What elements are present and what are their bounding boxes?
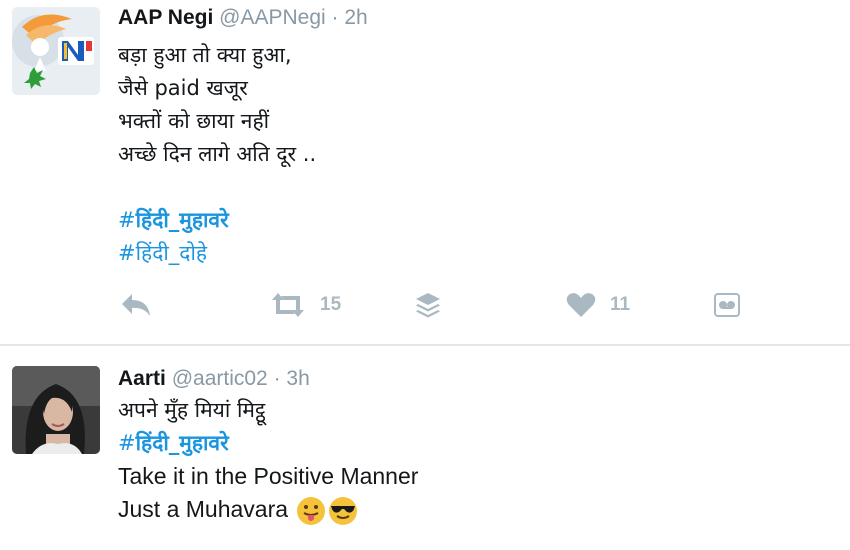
tweet-content: AAP Negi @AAPNegi · 2h बड़ा हुआ तो क्या … (118, 5, 830, 270)
tweet-header: Aarti @aartic02 · 3h (118, 366, 830, 392)
heart-icon (566, 293, 596, 317)
reply-icon (122, 294, 150, 316)
separator-dot: · (273, 367, 281, 390)
like-button[interactable]: 11 (566, 289, 630, 321)
timestamp[interactable]: 2h (344, 6, 367, 29)
author-name[interactable]: AAP Negi (118, 6, 213, 29)
tweet-actions: 15 11 (118, 289, 758, 321)
author-name[interactable]: Aarti (118, 367, 166, 390)
buffer-layers-icon (416, 293, 440, 318)
tweet: AAP Negi @AAPNegi · 2h बड़ा हुआ तो क्या … (0, 0, 850, 345)
reply-button[interactable] (120, 289, 152, 321)
separator-dot: · (331, 6, 339, 29)
buffer-button[interactable] (414, 289, 442, 321)
avatar-logo-image (12, 7, 100, 95)
hashtag-link[interactable]: #हिंदी_मुहावरे (118, 204, 830, 237)
tweet-header: AAP Negi @AAPNegi · 2h (118, 5, 830, 31)
tweet-line: अपने मुँह मियां मिट्ठू (118, 398, 266, 422)
hashtag-link[interactable]: #हिंदी_मुहावरे (118, 427, 830, 460)
analytics-icon (714, 293, 740, 317)
avatar-photo-image (12, 366, 100, 454)
tweet-line: अच्छे दिन लागे अति दूर .. (118, 142, 317, 166)
author-handle[interactable]: @AAPNegi (219, 6, 326, 29)
tweet-line-text: Just a Muhavara (118, 496, 289, 522)
tweet-line: Just a Muhavara (118, 493, 830, 526)
tweet-content: Aarti @aartic02 · 3h अपने मुँह मियां मिट… (118, 366, 830, 526)
tweet-line: भक्तों को छाया नहीं (118, 109, 270, 133)
like-count: 11 (610, 294, 631, 315)
tweet: Aarti @aartic02 · 3h अपने मुँह मियां मिट… (0, 346, 850, 550)
retweet-icon (272, 293, 304, 317)
timestamp[interactable]: 3h (286, 367, 309, 390)
hashtag-link[interactable]: #हिंदी_दोहे (118, 237, 830, 270)
tweet-line: जैसे paid खजूर (118, 76, 248, 100)
tweet-line: बड़ा हुआ तो क्या हुआ, (118, 43, 292, 67)
avatar[interactable] (12, 366, 100, 454)
author-handle[interactable]: @aartic02 (172, 367, 268, 390)
tongue-out-face-emoji (297, 496, 326, 525)
tweet-text: अपने मुँह मियां मिट्ठू #हिंदी_मुहावरे Ta… (118, 394, 830, 526)
analytics-button[interactable] (714, 289, 740, 321)
avatar[interactable] (12, 7, 100, 95)
retweet-count: 15 (320, 294, 342, 315)
tweet-text: बड़ा हुआ तो क्या हुआ, जैसे paid खजूर भक्… (118, 39, 830, 270)
retweet-button[interactable]: 15 (270, 289, 341, 321)
tweet-line: Take it in the Positive Manner (118, 463, 419, 489)
sunglasses-face-emoji (329, 496, 358, 525)
